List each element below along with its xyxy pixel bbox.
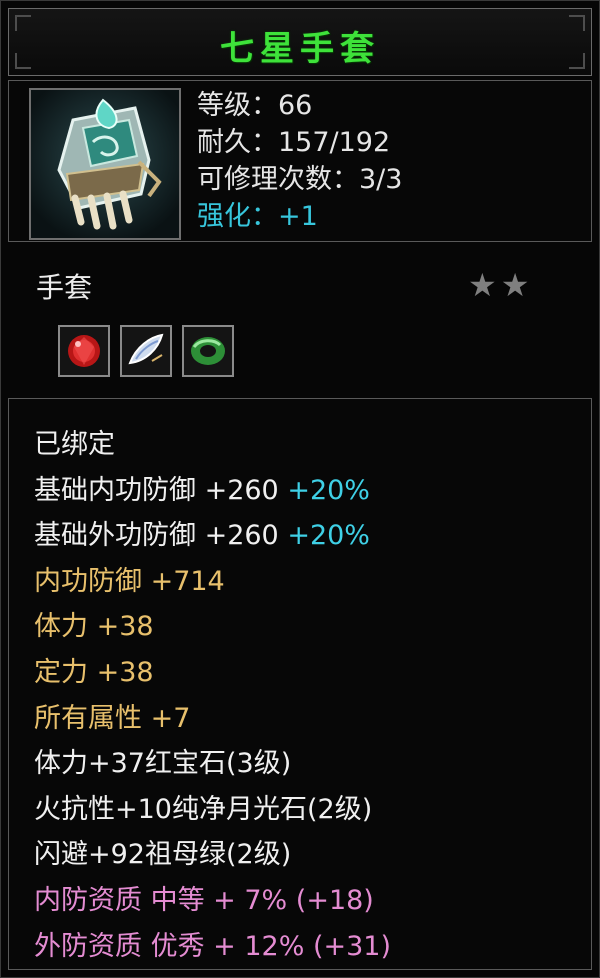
property-list: 已绑定 基础内功防御 +260 +20% 基础外功防御 +260 +20% 内功…: [34, 422, 391, 969]
property-row: 定力 +38: [34, 656, 154, 688]
star-rating: ★★: [468, 266, 534, 304]
bound-status: 已绑定: [34, 429, 115, 460]
property-row: 内功防御 +714: [34, 565, 225, 597]
item-name: 七星手套: [220, 29, 380, 69]
property-bonus: +20%: [287, 520, 370, 552]
title-bar: 七星手套: [8, 8, 592, 76]
property-row: 所有属性 +7: [34, 702, 191, 734]
property-row: 体力 +38: [34, 611, 154, 643]
property-row: 基础外功防御 +260 +20%: [34, 513, 391, 559]
repair-count-stat: 可修理次数：3/3: [197, 164, 403, 195]
enhance-stat: 强化：+1: [197, 201, 318, 232]
emerald-gem-icon[interactable]: [182, 325, 234, 377]
property-label: 基础外功防御 +260: [34, 520, 288, 552]
gem-socket-row: 体力+37红宝石(3级): [34, 748, 292, 780]
moonstone-gem-icon[interactable]: [120, 325, 172, 377]
property-bonus: +20%: [287, 474, 370, 506]
item-type: 手套: [36, 271, 93, 304]
property-row: 基础内功防御 +260 +20%: [34, 468, 391, 514]
item-info-panel: 等级：66 耐久：157/192 可修理次数：3/3 强化：+1: [8, 80, 592, 242]
ruby-gem-icon[interactable]: [58, 325, 110, 377]
gauntlet-icon: [29, 88, 181, 240]
quality-row: 外防资质 优秀 + 12% (+31): [34, 930, 392, 962]
gem-socket-row: 火抗性+10纯净月光石(2级): [34, 793, 373, 825]
gem-socket-row: 闪避+92祖母绿(2级): [34, 839, 292, 871]
level-stat: 等级：66: [197, 90, 313, 121]
property-label: 基础内功防御 +260: [34, 474, 288, 506]
item-stats: 等级：66 耐久：157/192 可修理次数：3/3 强化：+1: [197, 87, 402, 235]
durability-stat: 耐久：157/192: [197, 127, 391, 158]
quality-row: 内防资质 中等 + 7% (+18): [34, 884, 374, 916]
